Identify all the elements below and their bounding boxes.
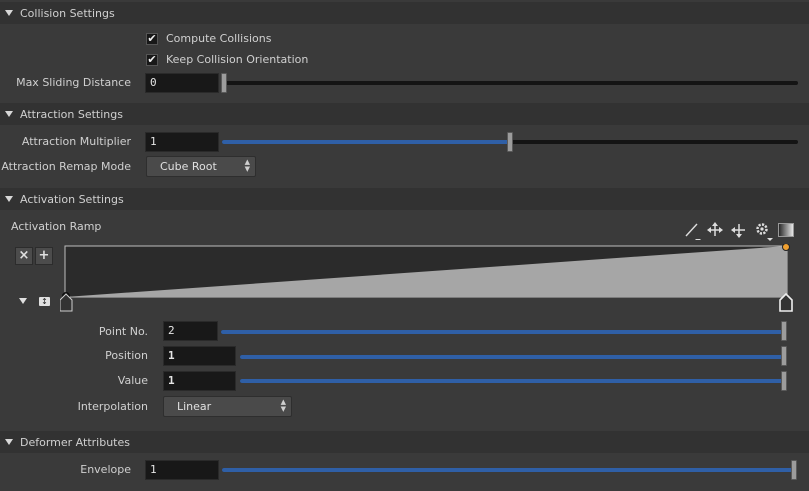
interpolation-label: Interpolation xyxy=(77,400,148,413)
collapse-triangle-icon[interactable] xyxy=(5,111,13,117)
attraction-settings-header[interactable]: Attraction Settings xyxy=(0,103,809,125)
ramp-expand-toggle-icon[interactable]: ↕ xyxy=(39,297,50,306)
section-title: Activation Settings xyxy=(20,193,124,206)
up-down-arrows-icon: ▲ ▼ xyxy=(280,398,286,413)
envelope-slider-fill xyxy=(222,468,796,472)
collision-settings-header[interactable]: Collision Settings xyxy=(0,2,809,24)
position-slider-fill xyxy=(240,355,786,359)
max-sliding-distance-slider-handle[interactable] xyxy=(221,73,227,93)
envelope-label: Envelope xyxy=(80,463,131,476)
section-title: Attraction Settings xyxy=(20,108,123,121)
gradient-preview-icon[interactable] xyxy=(778,223,794,240)
gradient-swatch-icon xyxy=(778,223,794,237)
point-no-slider-fill xyxy=(221,330,786,334)
activation-settings-header[interactable]: Activation Settings xyxy=(0,188,809,210)
delete-key-button[interactable]: × xyxy=(15,247,33,265)
ramp-key-point-selected[interactable] xyxy=(782,244,790,251)
section-title: Collision Settings xyxy=(20,7,115,20)
up-down-arrows-icon: ▲ ▼ xyxy=(244,158,250,173)
point-no-slider-handle[interactable] xyxy=(781,321,787,341)
scale-keys-tool-icon[interactable] xyxy=(731,222,747,241)
attraction-multiplier-slider-handle[interactable] xyxy=(507,132,513,152)
keep-collision-orientation-checkbox[interactable]: ✔ xyxy=(146,54,158,66)
max-sliding-distance-field[interactable]: 0 xyxy=(145,73,219,93)
scale-arrows-icon xyxy=(731,224,745,238)
attraction-multiplier-slider-fill xyxy=(222,140,510,144)
move-keys-tool-icon[interactable] xyxy=(707,222,723,241)
deformer-parameters-panel: { "collision": { "title": "Collision Set… xyxy=(0,0,809,491)
attraction-multiplier-field[interactable]: 1 xyxy=(145,132,219,152)
compute-collisions-label: Compute Collisions xyxy=(166,32,272,45)
collapse-triangle-icon[interactable] xyxy=(5,439,13,445)
interpolation-dropdown[interactable]: Linear ▲ ▼ xyxy=(163,396,292,417)
max-sliding-distance-label: Max Sliding Distance xyxy=(16,76,131,89)
attraction-remap-mode-dropdown[interactable]: Cube Root ▲ ▼ xyxy=(146,156,256,177)
move-arrows-icon xyxy=(707,222,723,236)
dropdown-value: Cube Root xyxy=(160,160,217,173)
position-label: Position xyxy=(105,349,148,362)
position-field[interactable]: 1 xyxy=(163,346,236,366)
activation-ramp-label: Activation Ramp xyxy=(11,220,102,233)
value-field[interactable]: 1 xyxy=(163,371,236,391)
max-sliding-distance-slider-track[interactable] xyxy=(222,81,798,85)
attraction-multiplier-label: Attraction Multiplier xyxy=(21,135,131,148)
ramp-settings-gear-icon[interactable] xyxy=(754,221,774,244)
dropdown-value: Linear xyxy=(177,400,212,413)
gear-icon xyxy=(756,223,773,241)
activation-ramp-graph[interactable] xyxy=(60,244,800,314)
envelope-slider-handle[interactable] xyxy=(791,460,797,480)
compute-collisions-checkbox[interactable]: ✔ xyxy=(146,33,158,45)
value-slider-fill xyxy=(240,379,786,383)
collapse-triangle-icon[interactable] xyxy=(5,196,13,202)
point-no-label: Point No. xyxy=(98,325,148,338)
section-title: Deformer Attributes xyxy=(20,436,130,449)
ramp-collapse-triangle-icon[interactable] xyxy=(19,298,27,304)
collapse-triangle-icon[interactable] xyxy=(5,10,13,16)
envelope-field[interactable]: 1 xyxy=(145,460,219,480)
attraction-remap-mode-label: Attraction Remap Mode xyxy=(1,160,131,173)
value-label: Value xyxy=(117,374,148,387)
keep-collision-orientation-label: Keep Collision Orientation xyxy=(166,53,309,66)
value-slider-handle[interactable] xyxy=(781,371,787,391)
point-no-field[interactable]: 2 xyxy=(163,321,218,341)
add-key-button[interactable]: + xyxy=(35,247,53,265)
linear-tool-icon xyxy=(685,223,701,242)
linear-interp-tool-icon[interactable] xyxy=(684,222,702,243)
deformer-attributes-header[interactable]: Deformer Attributes xyxy=(0,431,809,453)
position-slider-handle[interactable] xyxy=(781,346,787,366)
